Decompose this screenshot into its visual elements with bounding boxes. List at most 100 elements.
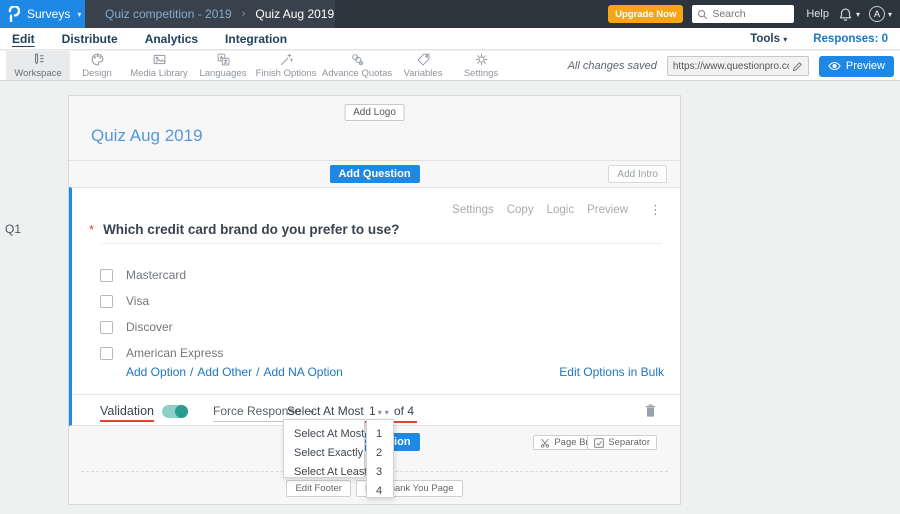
scissors-icon xyxy=(540,437,550,448)
add-other-link[interactable]: Add Other xyxy=(197,365,252,379)
validation-count-dropdown[interactable]: 1 ▾ xyxy=(369,404,389,418)
more-options-icon[interactable]: ⋮ xyxy=(649,202,662,218)
breadcrumb-separator-icon: › xyxy=(241,8,246,20)
toolbar-item-workspace[interactable]: Workspace xyxy=(6,51,70,80)
gear-icon xyxy=(474,52,489,67)
option-label[interactable]: American Express xyxy=(126,346,223,360)
palette-icon xyxy=(90,52,105,67)
dropdown-option-3[interactable]: 3 xyxy=(367,462,393,481)
eye-icon xyxy=(828,61,841,71)
account-menu[interactable]: A ▾ xyxy=(868,6,892,22)
option-links: Add Option / Add Other / Add NA Option xyxy=(126,365,343,379)
topbar: Surveys ▾ Quiz competition - 2019 › Quiz… xyxy=(0,0,900,28)
tab-analytics[interactable]: Analytics xyxy=(145,32,198,46)
tools-menu[interactable]: Tools ▾ xyxy=(750,33,787,45)
help-link[interactable]: Help xyxy=(806,8,829,20)
dropdown-option-select-at-least[interactable]: Select At Least xyxy=(284,462,367,481)
survey-canvas: Q1 Add Logo Quiz Aug 2019 Add Question A… xyxy=(0,81,900,514)
editor-toolbar: Workspace Design Media Library Languages… xyxy=(0,51,900,81)
checkbox[interactable] xyxy=(100,294,113,308)
toolbar-item-design[interactable]: Design xyxy=(70,51,124,80)
notifications-menu[interactable]: ▾ xyxy=(838,7,860,22)
validation-toggle[interactable] xyxy=(162,405,188,418)
survey-url-input[interactable] xyxy=(672,60,789,72)
add-na-option-link[interactable]: Add NA Option xyxy=(263,365,342,379)
search-input[interactable] xyxy=(712,8,790,20)
add-option-link[interactable]: Add Option xyxy=(126,365,186,379)
option-label[interactable]: Visa xyxy=(126,294,149,308)
edit-options-in-bulk-link[interactable]: Edit Options in Bulk xyxy=(559,365,664,379)
chevron-down-icon: ▾ xyxy=(855,9,860,19)
separator-button[interactable]: Separator xyxy=(587,435,657,450)
quota-links-icon xyxy=(350,52,365,67)
add-question-button-top[interactable]: Add Question xyxy=(329,165,420,183)
tab-integration[interactable]: Integration xyxy=(225,32,287,46)
add-intro-button[interactable]: Add Intro xyxy=(608,165,667,183)
tab-edit[interactable]: Edit xyxy=(12,32,35,46)
breadcrumb-parent-link[interactable]: Quiz competition - 2019 xyxy=(105,7,232,21)
toolbar-item-media-library[interactable]: Media Library xyxy=(124,51,194,80)
option-row: Discover xyxy=(100,320,173,334)
edit-footer-button[interactable]: Edit Footer xyxy=(286,480,351,497)
chevron-down-icon: ▾ xyxy=(384,408,389,417)
edit-pencil-icon[interactable] xyxy=(792,61,803,72)
chevron-down-icon: ▾ xyxy=(783,35,788,44)
option-row: Mastercard xyxy=(100,268,186,282)
bell-icon xyxy=(838,7,853,22)
tab-distribute[interactable]: Distribute xyxy=(62,32,118,46)
autosave-status: All changes saved xyxy=(567,60,657,72)
workspace-icon xyxy=(31,52,46,67)
breadcrumb: Quiz competition - 2019 › Quiz Aug 2019 xyxy=(85,0,335,28)
tag-icon xyxy=(416,52,431,67)
toolbar-item-variables[interactable]: Variables xyxy=(394,51,452,80)
toolbar-item-settings[interactable]: Settings xyxy=(452,51,510,80)
link-separator: / xyxy=(190,365,194,379)
count-options-dropdown: 1 2 3 4 xyxy=(366,419,394,498)
toolbar-item-advance-quotas[interactable]: Advance Quotas xyxy=(320,51,394,80)
dropdown-option-1[interactable]: 1 xyxy=(367,424,393,443)
survey-url-field[interactable] xyxy=(666,56,809,76)
upgrade-now-button[interactable]: Upgrade Now xyxy=(608,5,684,23)
dropdown-option-select-at-most[interactable]: Select At Most xyxy=(284,424,364,443)
translate-icon xyxy=(216,52,231,67)
toolbar-item-languages[interactable]: Languages xyxy=(194,51,252,80)
checkbox[interactable] xyxy=(100,346,113,360)
option-label[interactable]: Mastercard xyxy=(126,268,186,282)
question-block: Settings Copy Logic Preview ⋮ * Which cr… xyxy=(69,187,680,426)
section-nav: Edit Distribute Analytics Integration To… xyxy=(0,28,900,50)
dropdown-option-select-exactly[interactable]: Select Exactly xyxy=(284,443,364,462)
magic-wand-icon xyxy=(279,52,294,67)
validation-rule-dropdown[interactable]: Select At Most ▾ xyxy=(287,404,382,418)
checkbox[interactable] xyxy=(100,268,113,282)
question-copy-link[interactable]: Copy xyxy=(507,204,534,216)
dropdown-option-4[interactable]: 4 xyxy=(367,481,393,500)
chevron-down-icon: ▾ xyxy=(77,9,82,19)
question-text[interactable]: Which credit card brand do you prefer to… xyxy=(103,222,399,237)
preview-button[interactable]: Preview xyxy=(818,55,894,77)
of-total-label: of 4 xyxy=(394,404,415,418)
option-label[interactable]: Discover xyxy=(126,320,173,334)
add-logo-button[interactable]: Add Logo xyxy=(344,104,405,121)
survey-title[interactable]: Quiz Aug 2019 xyxy=(91,126,203,146)
dropdown-option-2[interactable]: 2 xyxy=(367,443,393,462)
question-settings-link[interactable]: Settings xyxy=(452,204,494,216)
question-actions: Settings Copy Logic Preview ⋮ xyxy=(452,202,662,218)
topbar-actions: Upgrade Now Help ▾ A ▾ xyxy=(608,0,892,28)
product-menu-label: Surveys xyxy=(27,7,71,21)
question-preview-link[interactable]: Preview xyxy=(587,204,628,216)
responses-count-link[interactable]: Responses: 0 xyxy=(813,33,888,45)
checkbox[interactable] xyxy=(100,320,113,334)
questionpro-editor: Surveys ▾ Quiz competition - 2019 › Quiz… xyxy=(0,0,900,514)
question-logic-link[interactable]: Logic xyxy=(547,204,575,216)
question-underline xyxy=(101,243,662,244)
avatar: A xyxy=(868,6,885,22)
questionpro-logo-icon xyxy=(7,6,20,22)
global-search[interactable] xyxy=(692,5,795,23)
toolbar-item-finish-options[interactable]: Finish Options xyxy=(252,51,320,80)
nav-right: Tools ▾ Responses: 0 xyxy=(750,28,888,50)
product-menu[interactable]: Surveys ▾ xyxy=(0,0,85,28)
required-asterisk-icon: * xyxy=(89,222,95,237)
link-separator: / xyxy=(256,365,260,379)
divider xyxy=(69,160,680,161)
delete-question-button[interactable] xyxy=(644,403,657,418)
